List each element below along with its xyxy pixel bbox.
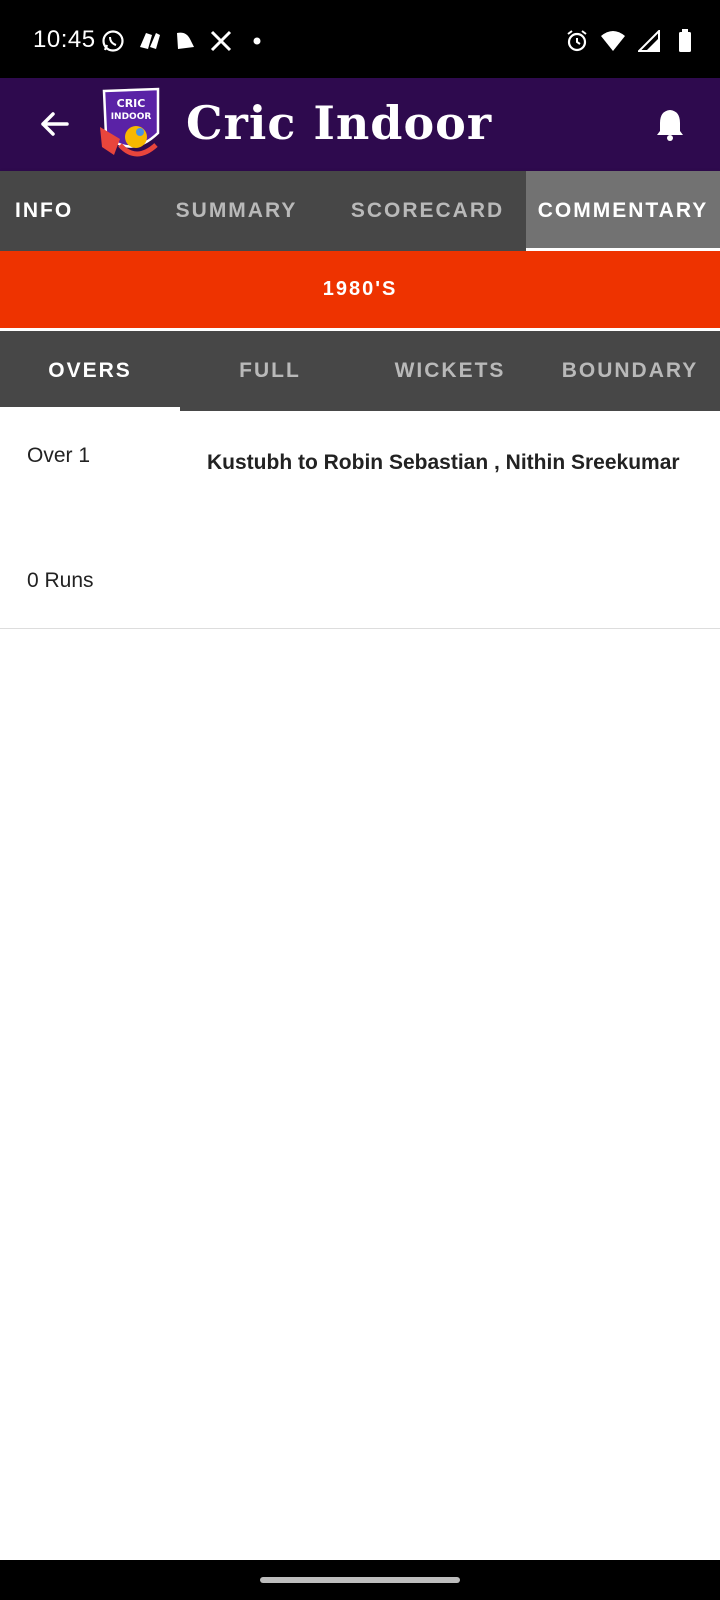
team-banner[interactable]: 1980'S xyxy=(0,251,720,328)
app-logo: CRIC INDOOR xyxy=(96,85,166,165)
tab-commentary[interactable]: COMMENTARY xyxy=(526,171,720,251)
tab-boundary[interactable]: BOUNDARY xyxy=(540,331,720,411)
over-item[interactable]: Over 1 Kustubh to Robin Sebastian , Nith… xyxy=(0,411,720,629)
app-notification-icon xyxy=(136,28,162,54)
tab-full[interactable]: FULL xyxy=(180,331,360,411)
notifications-button[interactable] xyxy=(646,100,694,148)
app-title: Cric Indoor xyxy=(186,96,493,150)
tab-info[interactable]: INFO xyxy=(0,171,144,251)
commentary-sub-tabs: OVERS FULL WICKETS BOUNDARY xyxy=(0,331,720,411)
back-arrow-icon xyxy=(41,112,69,136)
app-bar: CRIC INDOOR Cric Indoor xyxy=(0,78,720,171)
bell-icon xyxy=(657,110,683,141)
tab-summary[interactable]: SUMMARY xyxy=(144,171,329,251)
alarm-icon xyxy=(564,28,590,54)
logo-text-1: CRIC xyxy=(117,97,146,110)
dot-icon xyxy=(244,28,270,54)
bell-app-icon xyxy=(172,28,198,54)
x-icon xyxy=(208,28,234,54)
notification-icons xyxy=(100,26,270,56)
back-button[interactable] xyxy=(30,100,78,148)
home-indicator[interactable] xyxy=(260,1577,460,1583)
wifi-icon xyxy=(600,28,626,54)
status-time: 10:45 xyxy=(33,26,96,53)
tab-wickets[interactable]: WICKETS xyxy=(360,331,540,411)
logo-text-2: INDOOR xyxy=(111,112,152,122)
signal-icon xyxy=(636,28,662,54)
over-number: Over 1 xyxy=(27,444,91,467)
battery-icon xyxy=(672,28,698,54)
status-bar: 10:45 xyxy=(0,0,720,78)
main-tabs: INFO SUMMARY SCORECARD COMMENTARY xyxy=(0,171,720,251)
over-runs: 0 Runs xyxy=(27,569,94,592)
whatsapp-icon xyxy=(100,28,126,54)
navigation-bar xyxy=(0,1560,720,1600)
system-icons xyxy=(564,26,698,56)
tab-overs[interactable]: OVERS xyxy=(0,331,180,411)
over-players: Kustubh to Robin Sebastian , Nithin Sree… xyxy=(207,451,680,474)
tab-scorecard[interactable]: SCORECARD xyxy=(329,171,526,251)
